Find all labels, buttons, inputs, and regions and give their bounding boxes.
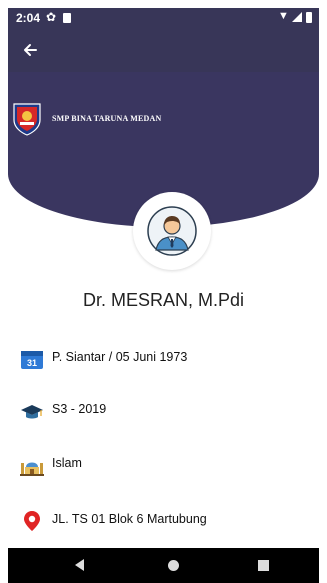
wifi-icon: ▼: [278, 10, 289, 22]
nav-back-icon[interactable]: [75, 559, 84, 571]
gear-icon: ✿: [46, 10, 57, 24]
profile-name: Dr. MESRAN, M.Pdi: [82, 290, 245, 310]
app-bar: [8, 28, 319, 72]
status-time: 2:04: [16, 11, 41, 25]
list-item-religion: Islam: [20, 452, 320, 478]
system-nav-bar: [8, 548, 319, 583]
list-item-text: Islam: [52, 456, 82, 470]
sd-card-icon: [63, 13, 71, 23]
status-bar: 2:04 ✿ ▼: [8, 8, 319, 28]
list-item-text: S3 - 2019: [52, 402, 107, 416]
battery-icon: [306, 12, 312, 23]
nav-recents-icon[interactable]: [258, 560, 269, 571]
arrow-left-icon[interactable]: [18, 38, 42, 62]
teacher-avatar-icon: [133, 192, 211, 270]
list-item-education: S3 - 2019: [20, 398, 320, 424]
school-logo: [12, 102, 42, 136]
list-item-text: P. Siantar / 05 Juni 1973: [52, 350, 188, 364]
calendar-icon: 31: [20, 348, 44, 370]
list-item-text: JL. TS 01 Blok 6 Martubung: [52, 512, 207, 526]
school-name: SMP BINA TARUNA MEDAN: [52, 114, 162, 123]
signal-icon: [292, 12, 302, 22]
list-item-address: JL. TS 01 Blok 6 Martubung: [20, 508, 320, 534]
svg-text:31: 31: [27, 358, 37, 368]
mosque-icon: [20, 454, 44, 476]
graduation-cap-icon: [20, 400, 44, 422]
list-item-birth: 31 P. Siantar / 05 Juni 1973: [20, 346, 320, 372]
location-pin-icon: [20, 510, 44, 532]
phone-screen: 2:04 ✿ ▼ SMP BINA TARUNA MEDAN Dr. MESRA…: [0, 0, 327, 583]
nav-home-icon[interactable]: [168, 560, 179, 571]
